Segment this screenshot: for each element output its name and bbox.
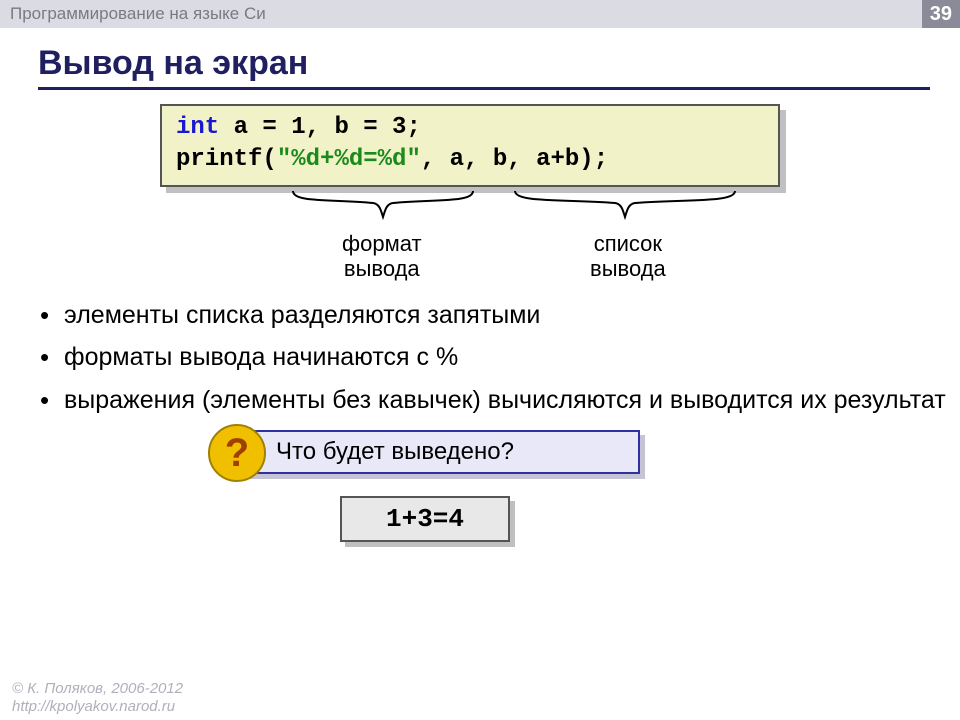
question-text: Что будет выведено?	[276, 438, 514, 466]
brace-row	[0, 189, 960, 229]
footer-url: http://kpolyakov.narod.ru	[12, 698, 183, 716]
code-block: int a = 1, b = 3; printf("%d+%d=%d", a, …	[160, 104, 780, 187]
code-line-2: printf("%d+%d=%d", a, b, a+b);	[176, 144, 764, 176]
footer: © К. Поляков, 2006-2012 http://kpolyakov…	[12, 680, 183, 716]
title-underline	[38, 87, 930, 90]
bullet-list: элементы списка разделяются запятыми фор…	[40, 299, 960, 417]
list-item: выражения (элементы без кавычек) вычисля…	[40, 384, 960, 417]
brace-right-icon	[510, 189, 740, 225]
brace-left-icon	[288, 189, 478, 225]
list-item: элементы списка разделяются запятыми	[40, 299, 960, 332]
code-line-1: int a = 1, b = 3;	[176, 112, 764, 144]
annotation-list: списоквывода	[590, 231, 666, 282]
list-item: форматы вывода начинаются с %	[40, 341, 960, 374]
annotation-format: форматвывода	[342, 231, 422, 282]
header-title: Программирование на языке Си	[10, 4, 266, 24]
page-number: 39	[922, 0, 960, 28]
question-mark-icon: ?	[208, 424, 266, 482]
header-bar: Программирование на языке Си 39	[0, 0, 960, 28]
slide-title: Вывод на экран	[38, 44, 960, 83]
question-box: ? Что будет выведено?	[230, 430, 710, 474]
annotation-row: форматвывода списоквывода	[0, 231, 960, 291]
copyright: © К. Поляков, 2006-2012	[12, 680, 183, 698]
answer-box: 1+3=4	[340, 496, 510, 542]
